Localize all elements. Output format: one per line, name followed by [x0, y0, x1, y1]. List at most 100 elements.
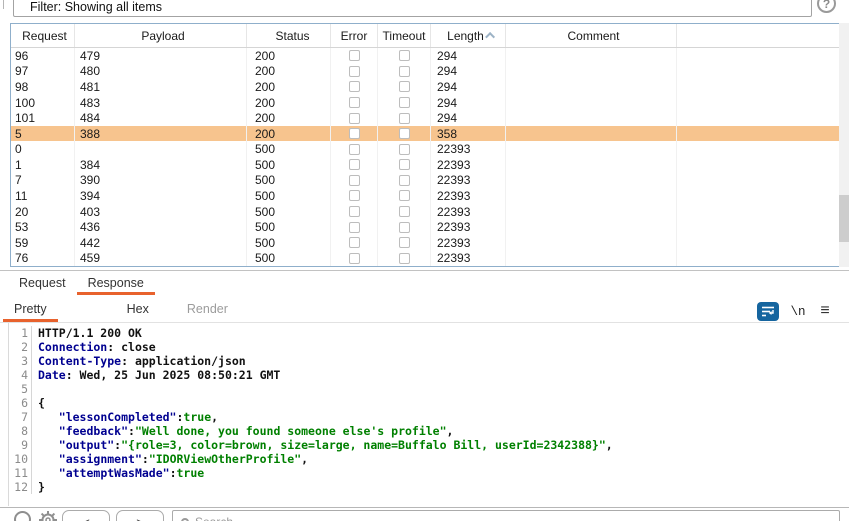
timeout-checkbox[interactable]	[399, 159, 410, 170]
show-newlines-toggle[interactable]: \n	[786, 303, 810, 320]
error-checkbox[interactable]	[349, 128, 360, 139]
timeout-checkbox[interactable]	[399, 144, 410, 155]
cell-status: 200	[247, 64, 331, 80]
vertical-scrollbar[interactable]	[839, 23, 849, 267]
cell-length: 22393	[431, 157, 506, 173]
filter-bar-label: Filter: Showing all items	[30, 0, 162, 14]
code-line: 11 "attemptWasMade":true	[8, 466, 841, 480]
cell-length: 22393	[431, 235, 506, 251]
tab-render[interactable]: Render	[176, 298, 239, 322]
table-row[interactable]: 101484200294	[11, 110, 839, 126]
error-checkbox[interactable]	[349, 81, 360, 92]
response-editor[interactable]: 1HTTP/1.1 200 OK2Connection: close3Conte…	[8, 326, 841, 506]
cell-status: 200	[247, 79, 331, 95]
timeout-checkbox[interactable]	[399, 175, 410, 186]
cell-length: 294	[431, 64, 506, 80]
error-checkbox[interactable]	[349, 190, 360, 201]
cell-status: 200	[247, 48, 331, 64]
column-header-comment[interactable]: Comment	[506, 24, 677, 47]
panel-splitter[interactable]	[0, 270, 849, 271]
column-header-status[interactable]: Status	[247, 24, 331, 47]
column-header-payload[interactable]: Payload	[75, 24, 247, 47]
error-checkbox[interactable]	[349, 144, 360, 155]
timeout-checkbox[interactable]	[399, 190, 410, 201]
table-row[interactable]: 100483200294	[11, 95, 839, 111]
timeout-checkbox[interactable]	[399, 206, 410, 217]
column-header-timeout[interactable]: Timeout	[378, 24, 431, 47]
scrollbar-thumb[interactable]	[839, 195, 849, 242]
cell-filler	[677, 251, 839, 267]
tab-hex[interactable]: Hex	[116, 298, 160, 322]
table-row[interactable]: 2040350022393	[11, 204, 839, 220]
timeout-checkbox[interactable]	[399, 222, 410, 233]
cell-filler	[677, 79, 839, 95]
next-match-button[interactable]: >	[116, 510, 164, 521]
table-row[interactable]: 1139450022393	[11, 188, 839, 204]
column-header-label: Status	[275, 29, 309, 43]
table-row[interactable]: 97480200294	[11, 64, 839, 80]
error-checkbox[interactable]	[349, 206, 360, 217]
tab-response[interactable]: Response	[77, 273, 155, 295]
cell-error	[331, 157, 378, 173]
cell-request: 11	[11, 188, 75, 204]
cell-comment	[506, 141, 677, 157]
timeout-checkbox[interactable]	[399, 113, 410, 124]
table-header-row: RequestPayload Status ErrorTimeoutLengthCo…	[11, 24, 839, 48]
tabs-divider	[0, 322, 849, 323]
code-line: 5	[8, 382, 841, 396]
table-row-selected[interactable]: 5388200358	[11, 126, 839, 142]
search-settings-gear-icon[interactable]	[38, 510, 58, 521]
column-header-error[interactable]: Error	[331, 24, 378, 47]
column-header-length[interactable]: Length	[431, 24, 506, 47]
line-number: 11	[8, 466, 32, 480]
cell-payload: 479	[75, 48, 247, 64]
error-checkbox[interactable]	[349, 66, 360, 77]
timeout-checkbox[interactable]	[399, 66, 410, 77]
error-checkbox[interactable]	[349, 97, 360, 108]
table-row[interactable]: 050022393	[11, 141, 839, 157]
cell-status: 200	[247, 110, 331, 126]
word-wrap-toggle-icon[interactable]	[757, 302, 779, 321]
error-checkbox[interactable]	[349, 253, 360, 264]
table-row[interactable]: 5944250022393	[11, 235, 839, 251]
timeout-checkbox[interactable]	[399, 128, 410, 139]
cell-timeout	[378, 173, 431, 189]
cell-payload: 459	[75, 251, 247, 267]
cell-comment	[506, 95, 677, 111]
table-row[interactable]: 739050022393	[11, 173, 839, 189]
table-row[interactable]: 7645950022393	[11, 251, 839, 267]
help-icon[interactable]: ?	[817, 0, 836, 13]
cell-length: 294	[431, 95, 506, 111]
error-checkbox[interactable]	[349, 113, 360, 124]
table-row[interactable]: 5343650022393	[11, 219, 839, 235]
code-text: "feedback":"Well done, you found someone…	[32, 424, 453, 438]
timeout-checkbox[interactable]	[399, 253, 410, 264]
cell-comment	[506, 235, 677, 251]
error-checkbox[interactable]	[349, 159, 360, 170]
viewer-menu-icon[interactable]: ≡	[814, 301, 836, 321]
table-row[interactable]: 98481200294	[11, 79, 839, 95]
table-row[interactable]: 138450022393	[11, 157, 839, 173]
cell-request: 59	[11, 235, 75, 251]
error-checkbox[interactable]	[349, 222, 360, 233]
filter-bar[interactable]: Filter: Showing all items	[13, 0, 812, 17]
prev-match-button[interactable]: <	[62, 510, 110, 521]
match-count-icon[interactable]	[14, 511, 31, 521]
table-row[interactable]: 96479200294	[11, 48, 839, 64]
error-checkbox[interactable]	[349, 175, 360, 186]
code-line: 3Content-Type: application/json	[8, 354, 841, 368]
search-input[interactable]: Search	[172, 510, 840, 521]
cell-request: 5	[11, 126, 75, 142]
error-checkbox[interactable]	[349, 50, 360, 61]
tab-request[interactable]: Request	[8, 273, 77, 295]
timeout-checkbox[interactable]	[399, 50, 410, 61]
tab-pretty[interactable]: Pretty	[3, 298, 58, 322]
timeout-checkbox[interactable]	[399, 97, 410, 108]
code-line: 12}	[8, 480, 841, 494]
timeout-checkbox[interactable]	[399, 237, 410, 248]
cell-error	[331, 48, 378, 64]
timeout-checkbox[interactable]	[399, 81, 410, 92]
column-header-request[interactable]: Request	[11, 24, 75, 47]
cell-length: 294	[431, 110, 506, 126]
error-checkbox[interactable]	[349, 237, 360, 248]
